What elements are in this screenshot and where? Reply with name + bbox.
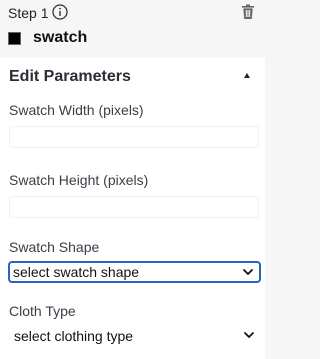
swatch-shape-selected: select swatch shape [13,264,140,280]
cloth-type-selected: select clothing type [14,328,134,344]
chevron-down-icon [244,332,254,338]
swatch-shape-label: Swatch Shape [9,239,100,255]
swatch-shape-select[interactable]: select swatch shape [8,261,261,283]
swatch-height-input[interactable] [9,196,259,218]
cloth-type-select[interactable]: select clothing type [8,325,261,347]
swatch-color-indicator[interactable] [8,32,21,45]
swatch-height-label: Swatch Height (pixels) [9,172,149,188]
swatch-width-input[interactable] [9,126,259,148]
step-title: Step 1 [8,5,49,21]
edit-parameters-panel: Edit Parameters Swatch Width (pixels) Sw… [0,58,265,359]
chevron-down-icon [243,269,253,275]
step-name-row: swatch [8,29,248,49]
step-name: swatch [33,29,88,46]
swatch-width-label: Swatch Width (pixels) [9,102,144,118]
info-icon[interactable] [52,4,68,20]
step-header: Step 1 [8,2,265,22]
trash-icon[interactable] [239,3,257,21]
caret-up-icon[interactable] [244,73,250,78]
panel-title: Edit Parameters [9,68,131,85]
cloth-type-label: Cloth Type [9,303,76,319]
